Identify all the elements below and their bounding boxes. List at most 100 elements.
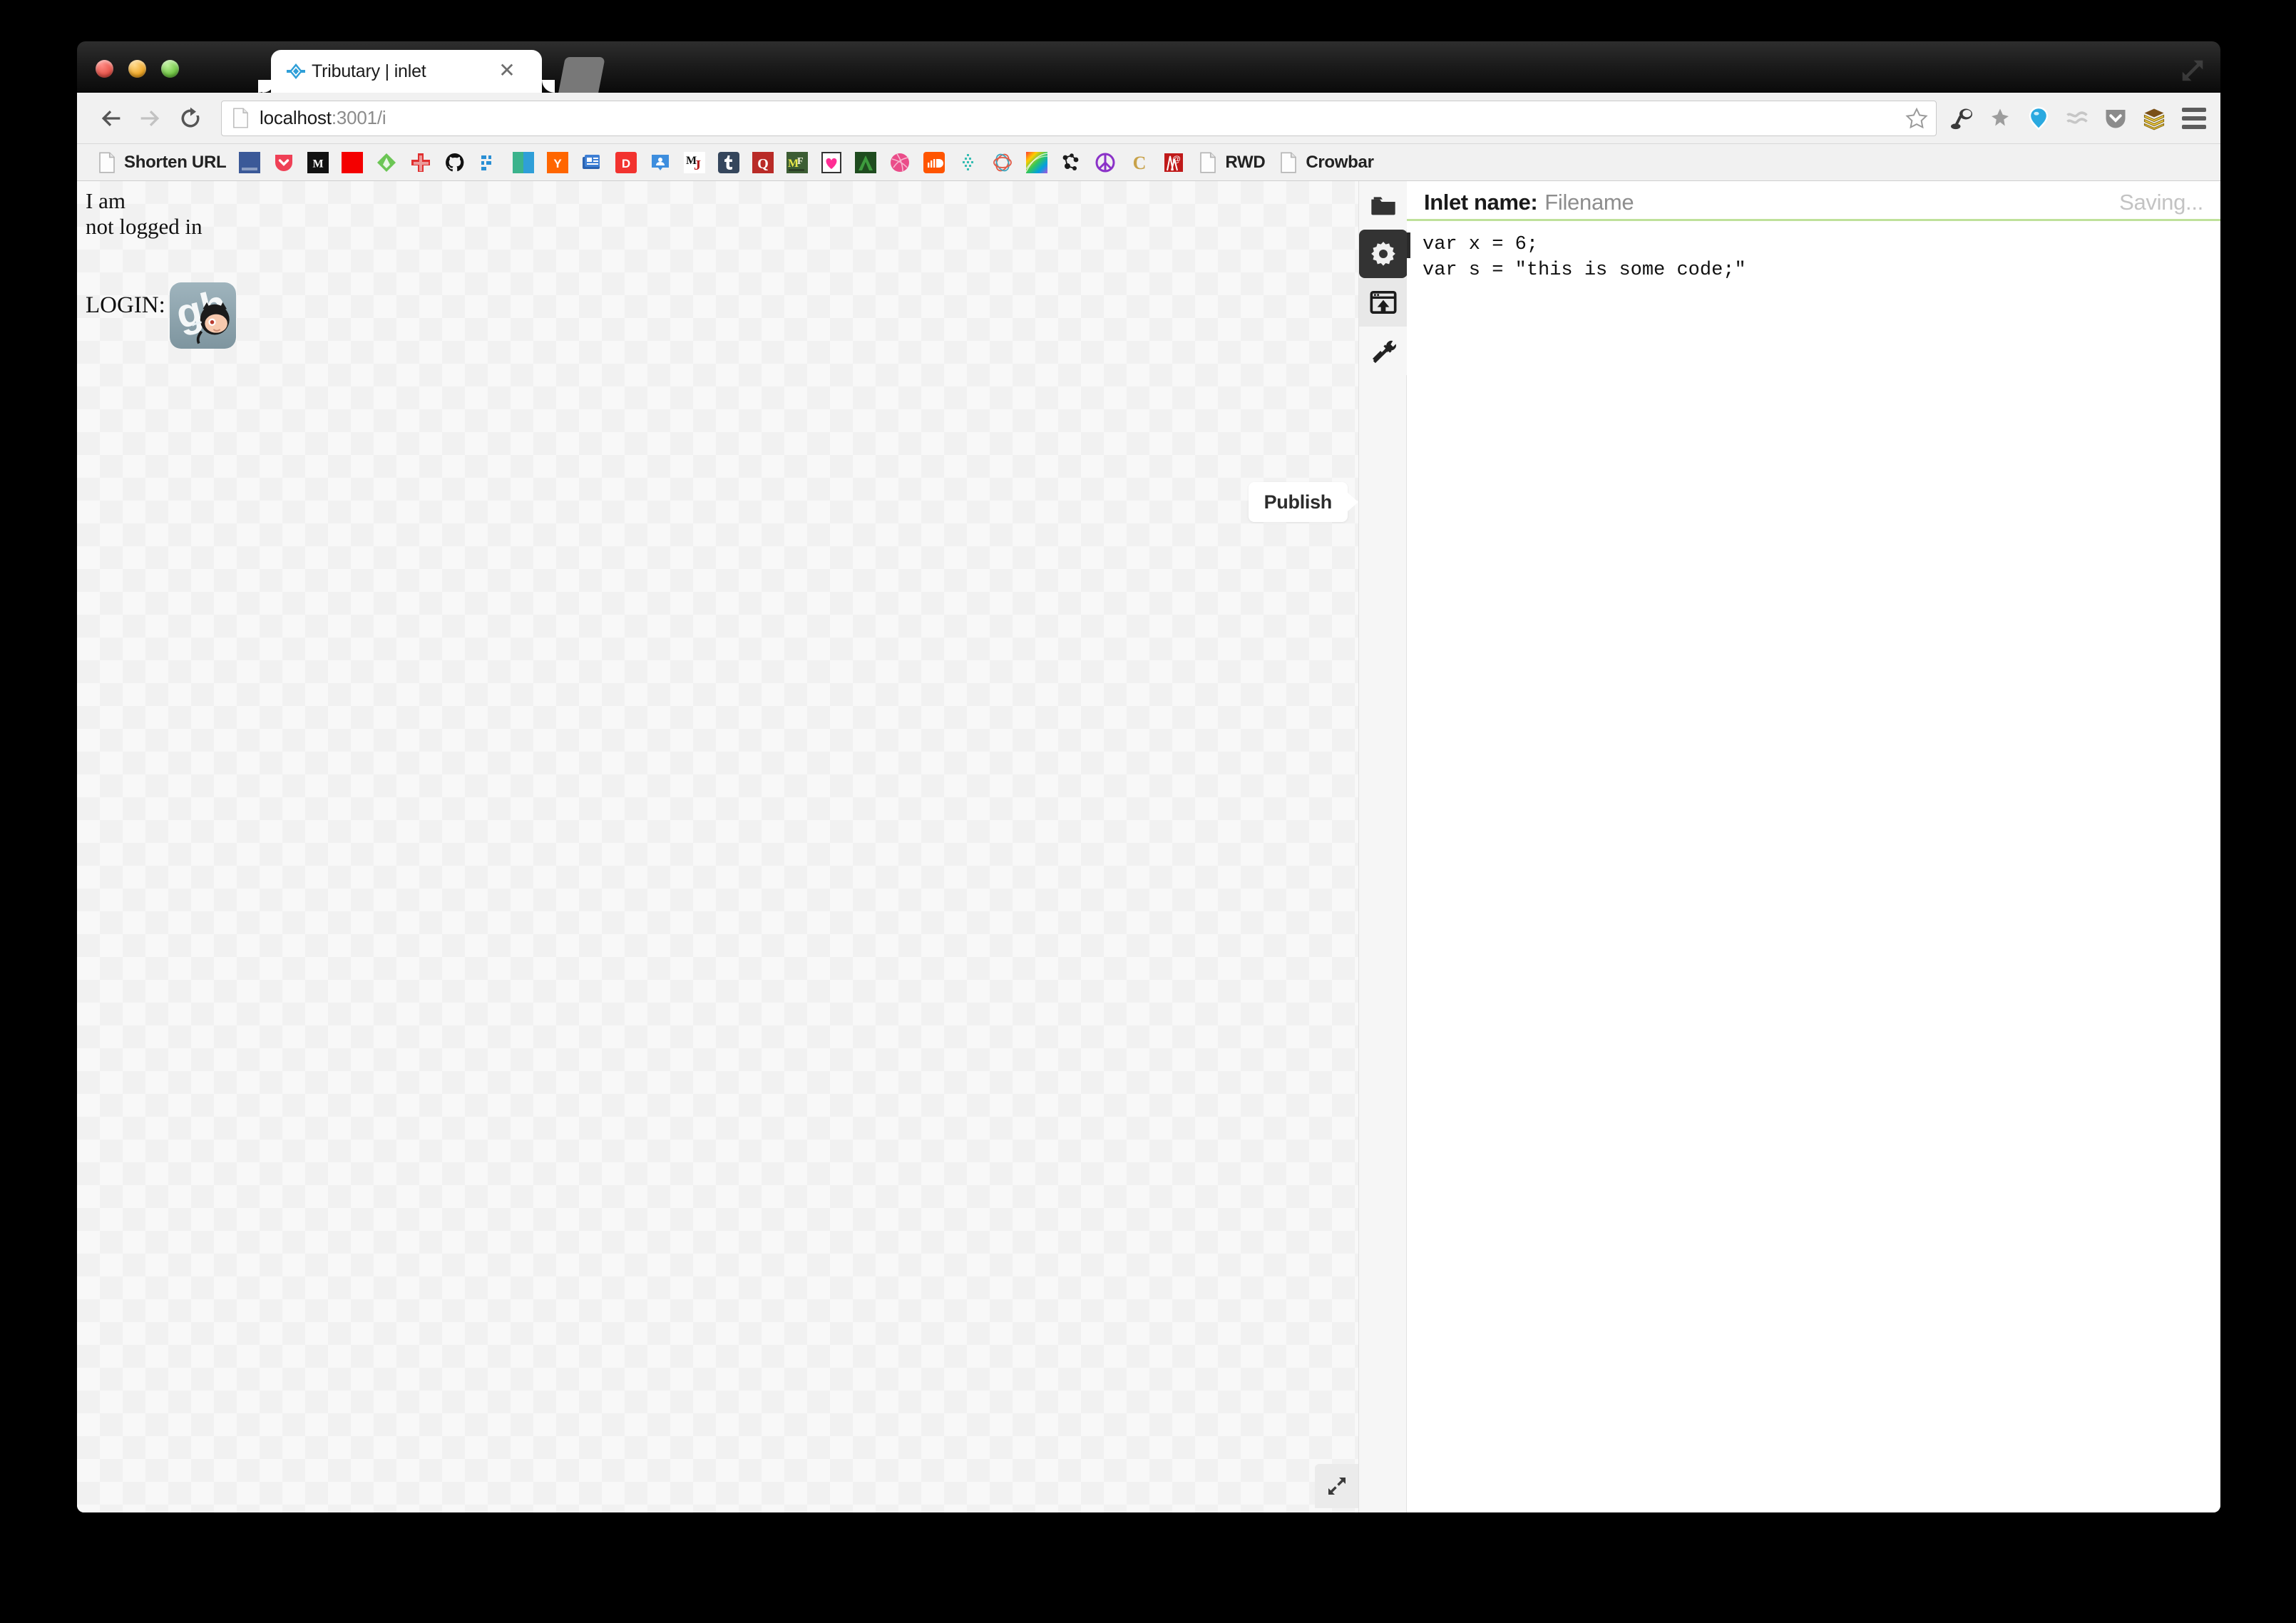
bookmark-knot[interactable] bbox=[985, 148, 1020, 177]
svg-text:Y: Y bbox=[554, 157, 563, 170]
back-arrow-icon[interactable] bbox=[93, 101, 128, 136]
page-document-icon bbox=[233, 108, 248, 128]
bookmark-feedly[interactable] bbox=[369, 148, 404, 177]
browser-navbar: localhost:3001/i bbox=[77, 93, 2220, 144]
desktop-background: Tributary | inlet ✕ localhost:3001/i Sho… bbox=[0, 0, 2296, 1623]
bookmark-quora[interactable]: Q bbox=[746, 148, 780, 177]
publish-tooltip-label: Publish bbox=[1248, 482, 1348, 522]
browser-tab[interactable]: Tributary | inlet ✕ bbox=[258, 50, 555, 93]
bookmark-blue-dots[interactable] bbox=[472, 148, 506, 177]
publish-window-upload-icon bbox=[1370, 291, 1397, 314]
bookmark-tumblr[interactable] bbox=[712, 148, 746, 177]
pocket-shield-icon bbox=[275, 154, 293, 171]
bookmark-github[interactable] bbox=[438, 148, 472, 177]
gear-icon bbox=[1371, 242, 1395, 266]
bookmark-heart[interactable] bbox=[814, 148, 849, 177]
bookmark-green-a[interactable] bbox=[849, 148, 883, 177]
bookmark-teal-blue-split[interactable] bbox=[506, 148, 540, 177]
red-square-icon bbox=[342, 151, 364, 173]
bookmark-soundcloud[interactable] bbox=[917, 148, 951, 177]
bookmark-pocket[interactable] bbox=[267, 148, 301, 177]
address-bar-text: localhost:3001/i bbox=[260, 107, 386, 129]
save-status: Saving... bbox=[2119, 189, 2203, 215]
bookmark-slideshare[interactable] bbox=[643, 148, 677, 177]
bookmark-nodes[interactable] bbox=[1054, 148, 1088, 177]
close-window-button[interactable] bbox=[96, 60, 113, 78]
bookmark-dribbble[interactable] bbox=[883, 148, 917, 177]
pushpin-icon[interactable] bbox=[1981, 99, 2019, 138]
bookmark-facebook[interactable] bbox=[232, 148, 267, 177]
bookmarks-bar: Shorten URL M Y D M J Q M F C @ RWD Crow… bbox=[77, 144, 2220, 181]
rail-button-publish[interactable] bbox=[1359, 278, 1408, 327]
letter-c-icon: C bbox=[1133, 153, 1147, 173]
red-cross-icon bbox=[411, 153, 431, 172]
split-rect-icon bbox=[513, 151, 535, 173]
bookmark-crowbar[interactable]: Crowbar bbox=[1271, 148, 1380, 177]
login-label: LOGIN: bbox=[86, 292, 165, 318]
bookmark-dribbble-d[interactable]: D bbox=[609, 148, 643, 177]
preview-pane[interactable]: I am not logged in LOGIN: gh Publish bbox=[77, 181, 1358, 1512]
bookmark-label: RWD bbox=[1225, 152, 1266, 172]
bookmark-news-reader[interactable] bbox=[575, 148, 609, 177]
reload-icon[interactable] bbox=[173, 101, 208, 136]
page-document-icon bbox=[1200, 151, 1216, 173]
url-path: :3001/i bbox=[331, 107, 386, 128]
bookmark-codepen-c[interactable]: C bbox=[1122, 148, 1157, 177]
editor-header: Inlet name: Filename Saving... bbox=[1407, 181, 2220, 221]
blue-teardrop-icon[interactable] bbox=[2019, 99, 2058, 138]
wavy-lines-icon[interactable] bbox=[2058, 99, 2096, 138]
rail-button-settings[interactable] bbox=[1359, 230, 1408, 278]
address-bar[interactable]: localhost:3001/i bbox=[221, 100, 1937, 136]
forward-arrow-icon[interactable] bbox=[133, 101, 168, 136]
pocket-icon[interactable] bbox=[2096, 99, 2135, 138]
bookmark-mj[interactable]: M J bbox=[677, 148, 712, 177]
letter-d-icon: D bbox=[615, 151, 637, 173]
browser-titlebar: Tributary | inlet ✕ bbox=[77, 41, 2220, 93]
layer-cake-icon[interactable] bbox=[2135, 99, 2173, 138]
inlet-name-input[interactable]: Filename bbox=[1544, 190, 1634, 215]
blue-dots-grid-icon bbox=[481, 155, 492, 170]
tumblr-t-icon bbox=[718, 151, 740, 173]
bookmark-at-stamp[interactable]: @ bbox=[1157, 148, 1191, 177]
rainbow-swirl-icon bbox=[1026, 151, 1048, 173]
tributary-diamond-icon bbox=[287, 63, 305, 79]
login-row: LOGIN: gh bbox=[86, 282, 236, 349]
peace-sign-icon bbox=[1095, 153, 1115, 172]
bookmark-red-square[interactable] bbox=[335, 148, 369, 177]
bookmark-red-cross[interactable] bbox=[404, 148, 438, 177]
bookmark-shorten-url[interactable]: Shorten URL bbox=[90, 148, 232, 177]
bookmark-medium[interactable]: M bbox=[301, 148, 335, 177]
bookmark-label: Crowbar bbox=[1306, 152, 1374, 172]
close-icon[interactable]: ✕ bbox=[498, 61, 516, 81]
hacker-news-y-icon: Y bbox=[547, 151, 569, 173]
bookmark-teal-dots[interactable] bbox=[951, 148, 985, 177]
mj-monogram-icon: M J bbox=[684, 151, 706, 173]
resize-expand-icon[interactable] bbox=[1315, 1464, 1358, 1508]
bookmark-rwd[interactable]: RWD bbox=[1191, 148, 1271, 177]
fullscreen-expand-icon[interactable] bbox=[2179, 57, 2206, 84]
desk-lamp-icon[interactable] bbox=[1942, 99, 1981, 138]
bookmark-mf[interactable]: M F bbox=[780, 148, 814, 177]
new-tab-stub[interactable] bbox=[558, 57, 605, 93]
at-sign-stamp-icon: @ bbox=[1164, 153, 1184, 172]
window-controls bbox=[96, 60, 179, 78]
svg-text:F: F bbox=[797, 156, 804, 167]
svg-text:D: D bbox=[622, 157, 630, 170]
bookmark-hacker-news[interactable]: Y bbox=[540, 148, 575, 177]
github-gh-octocat-login-icon[interactable]: gh bbox=[169, 282, 236, 349]
hamburger-menu-icon[interactable] bbox=[2173, 99, 2215, 138]
hammer-wrench-icon bbox=[1373, 340, 1396, 364]
preview-line-2: not logged in bbox=[86, 214, 203, 240]
rail-button-files-folder[interactable] bbox=[1359, 181, 1408, 230]
url-host: localhost bbox=[260, 107, 332, 128]
rail-button-tools[interactable] bbox=[1359, 327, 1408, 375]
bookmark-star-icon[interactable] bbox=[1905, 106, 1929, 130]
feedly-leaf-icon bbox=[377, 153, 396, 172]
minimize-window-button[interactable] bbox=[128, 60, 146, 78]
bookmark-spectrum[interactable] bbox=[1020, 148, 1054, 177]
code-editor[interactable]: var x = 6; var s = "this is some code;" bbox=[1407, 221, 2220, 1512]
bookmark-peace[interactable] bbox=[1088, 148, 1122, 177]
svg-text:M: M bbox=[313, 158, 324, 170]
zoom-window-button[interactable] bbox=[161, 60, 179, 78]
dribbble-ball-icon bbox=[891, 153, 910, 172]
